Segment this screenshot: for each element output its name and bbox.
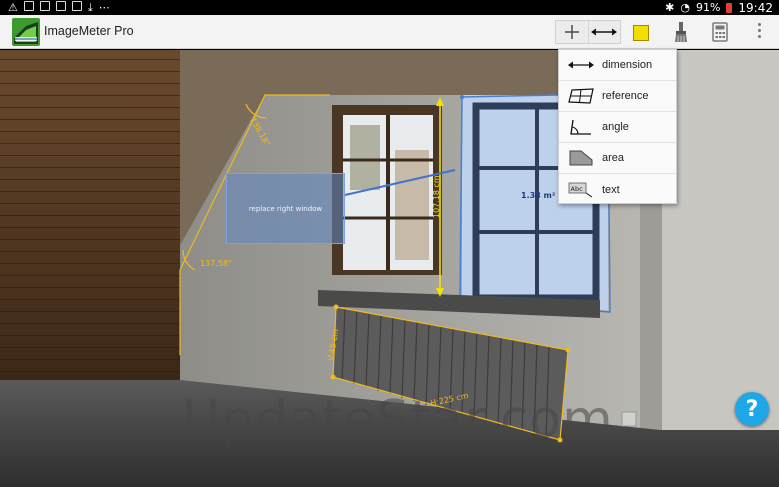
bluetooth-icon: ✱ bbox=[665, 1, 675, 14]
svg-text:Abc: Abc bbox=[571, 184, 584, 192]
clock: 19:42 bbox=[738, 0, 773, 15]
text-icon: Abc bbox=[567, 180, 595, 200]
double-arrow-icon bbox=[591, 28, 618, 36]
notification-b-icon bbox=[39, 1, 50, 11]
window-height-label: 107.18 cm bbox=[432, 175, 441, 218]
menu-label: dimension bbox=[602, 59, 653, 71]
insert-dropdown-menu: dimension reference angle area Abc text bbox=[558, 49, 677, 204]
notification-icons: ⚠ ⤓ ⋯ bbox=[8, 1, 110, 15]
insert-tools bbox=[555, 20, 621, 44]
menu-item-text[interactable]: Abc text bbox=[559, 174, 676, 205]
dimension-icon bbox=[567, 55, 595, 75]
notification-more-icon: ⋯ bbox=[98, 1, 110, 14]
menu-label: reference bbox=[602, 90, 649, 102]
status-right: ✱ ◔ 91% 19:42 bbox=[665, 0, 773, 15]
text-callout[interactable]: replace right window bbox=[226, 173, 345, 244]
angle-icon bbox=[567, 117, 595, 137]
dimension-tool-button[interactable] bbox=[587, 21, 621, 43]
add-tool-button[interactable] bbox=[556, 21, 588, 43]
menu-label: text bbox=[602, 183, 620, 196]
notification-app-icon bbox=[23, 1, 34, 11]
reference-icon bbox=[567, 86, 595, 106]
status-bar: ⚠ ⤓ ⋯ ✱ ◔ 91% 19:42 bbox=[0, 0, 779, 15]
menu-item-dimension[interactable]: dimension bbox=[559, 50, 676, 81]
menu-label: angle bbox=[602, 121, 629, 133]
menu-item-area[interactable]: area bbox=[559, 143, 676, 174]
action-bar: ImageMeter Pro bbox=[0, 15, 779, 49]
menu-label: area bbox=[602, 152, 625, 164]
area-icon bbox=[567, 148, 595, 168]
battery-icon bbox=[726, 2, 733, 13]
wifi-icon: ◔ bbox=[680, 1, 690, 14]
menu-item-reference[interactable]: reference bbox=[559, 81, 676, 112]
notification-download-icon: ⤓ bbox=[87, 1, 93, 14]
overflow-menu-icon[interactable] bbox=[754, 23, 764, 43]
menu-item-angle[interactable]: angle bbox=[559, 112, 676, 143]
help-button[interactable]: ? bbox=[735, 392, 769, 426]
app-logo-icon[interactable] bbox=[12, 18, 40, 46]
brush-icon[interactable] bbox=[672, 21, 690, 43]
plus-icon bbox=[564, 25, 579, 39]
color-picker-button[interactable] bbox=[633, 25, 649, 41]
watermark-text: UpdateStar.com bbox=[182, 390, 614, 450]
notification-mail-icon bbox=[71, 1, 82, 11]
calculator-icon[interactable] bbox=[712, 22, 728, 42]
app-title: ImageMeter Pro bbox=[44, 24, 134, 38]
notification-image-icon bbox=[55, 1, 66, 11]
battery-percent: 91% bbox=[695, 1, 721, 14]
angle-label-left: 137.58° bbox=[200, 259, 232, 268]
window-area-label: 1.38 m² bbox=[521, 191, 556, 200]
notification-warning-icon: ⚠ bbox=[8, 1, 18, 14]
